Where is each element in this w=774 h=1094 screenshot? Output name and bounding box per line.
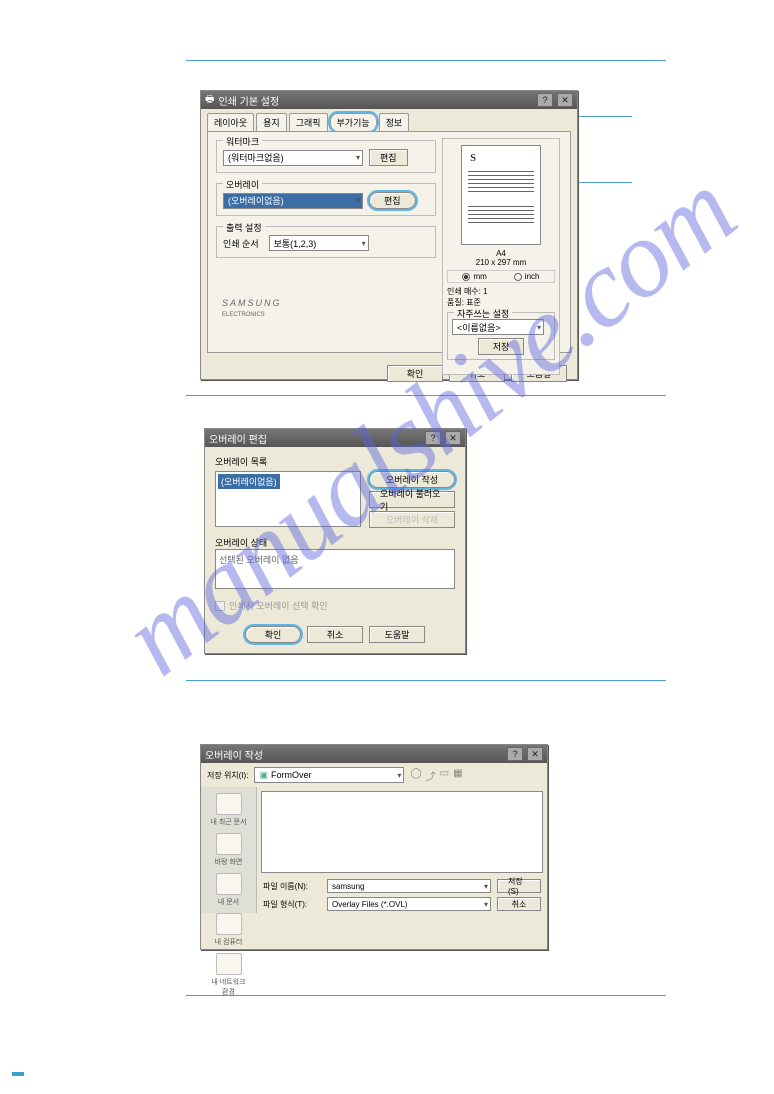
- copies-text: 인쇄 매수: 1: [447, 286, 555, 297]
- titlebar: 오버레이 작성 ? ✕: [201, 745, 547, 763]
- place-recent[interactable]: 내 최근 문서: [208, 793, 250, 827]
- divider: [186, 60, 666, 61]
- preview-s-icon: S: [470, 152, 476, 164]
- filetype-row: 파일 형식(T): Overlay Files (*.OVL) 취소: [257, 895, 547, 913]
- cancel-button[interactable]: 취소: [497, 897, 541, 911]
- list-item[interactable]: (오버레이없음): [218, 474, 280, 489]
- tab-graphics[interactable]: 그래픽: [289, 113, 328, 131]
- tab-strip: 레이아웃 용지 그래픽 부가기능 정보: [201, 109, 577, 131]
- overlay-select[interactable]: (오버레이없음): [223, 193, 363, 209]
- close-icon[interactable]: ✕: [445, 431, 461, 445]
- page-preview: S: [461, 145, 541, 245]
- tab-about[interactable]: 정보: [379, 113, 410, 131]
- tab-layout[interactable]: 레이아웃: [207, 113, 254, 131]
- divider: [186, 680, 666, 681]
- paper-size: 210 x 297 mm: [447, 258, 555, 267]
- up-icon[interactable]: ⤴: [426, 768, 436, 783]
- place-desktop[interactable]: 바탕 화면: [208, 833, 250, 867]
- print-prefs-window: 🖶 인쇄 기본 설정 ? ✕ 레이아웃 용지 그래픽 부가기능 정보 워터마크 …: [200, 90, 578, 380]
- filetype-select[interactable]: Overlay Files (*.OVL): [327, 897, 491, 911]
- tab-extras[interactable]: 부가기능: [330, 113, 377, 131]
- folder-icon: ▣: [259, 770, 268, 781]
- favorites-fieldset: 자주쓰는 설정 <이름없음> 저장: [447, 312, 555, 360]
- location-row: 저장 위치(I): ▣ FormOver ◯ ⤴ ▭ ▦: [201, 763, 547, 787]
- overlay-delete-button: 오버레이 삭제: [369, 511, 455, 528]
- ok-button[interactable]: 확인: [245, 626, 301, 643]
- help-icon[interactable]: ?: [537, 93, 553, 107]
- place-computer[interactable]: 내 컴퓨터: [208, 913, 250, 947]
- divider: [186, 395, 666, 396]
- save-button[interactable]: 저장(S): [497, 879, 541, 893]
- print-order-select[interactable]: 보통(1,2,3): [269, 235, 369, 251]
- samsung-logo: SAMSUNG ELECTRONICS: [222, 298, 282, 318]
- confirm-on-print-checkbox: 인쇄시 오버레이 선택 확인: [215, 599, 455, 612]
- file-list-area[interactable]: [261, 791, 543, 873]
- preview-pane: S A4 210 x 297 mm mm inch 인쇄 매수: 1 품질: 표…: [442, 138, 560, 375]
- divider: [186, 995, 666, 996]
- unit-mm-radio[interactable]: mm: [462, 272, 486, 281]
- window-title: 인쇄 기본 설정: [218, 93, 279, 108]
- filetype-label: 파일 형식(T):: [263, 899, 321, 910]
- overlay-listbox[interactable]: (오버레이없음): [215, 471, 361, 527]
- filename-label: 파일 이름(N):: [263, 881, 321, 892]
- overlay-status-label: 오버레이 상태: [215, 536, 455, 549]
- window-title: 오버레이 편집: [209, 431, 267, 446]
- print-order-label: 인쇄 순서: [223, 237, 259, 250]
- output-fieldset: 출력 설정 인쇄 순서 보통(1,2,3): [216, 226, 436, 258]
- back-icon[interactable]: ◯: [410, 768, 421, 783]
- overlay-legend: 오버레이: [223, 178, 262, 191]
- watermark-legend: 워터마크: [223, 135, 262, 148]
- overlay-create-button[interactable]: 오버레이 작성: [369, 471, 455, 488]
- help-icon[interactable]: ?: [507, 747, 523, 761]
- filename-input[interactable]: samsung: [327, 879, 491, 893]
- titlebar: 🖶 인쇄 기본 설정 ? ✕: [201, 91, 577, 109]
- overlay-edit-button[interactable]: 편집: [369, 192, 416, 209]
- overlay-status-box: 선택된 오버레이 없음: [215, 549, 455, 589]
- output-legend: 출력 설정: [223, 221, 265, 234]
- overlay-fieldset: 오버레이 (오버레이없음) 편집: [216, 183, 436, 216]
- views-icon[interactable]: ▦: [453, 768, 462, 783]
- tab-panel: 워터마크 (워터마크없음) 편집 오버레이 (오버레이없음) 편집 출력 설정 …: [207, 131, 571, 353]
- paper-name: A4: [447, 249, 555, 258]
- unit-inch-radio[interactable]: inch: [514, 272, 540, 281]
- tab-paper[interactable]: 용지: [256, 113, 287, 131]
- favorites-save-button[interactable]: 저장: [478, 338, 525, 355]
- ok-button[interactable]: 확인: [387, 365, 443, 382]
- favorites-select[interactable]: <이름없음>: [452, 319, 544, 335]
- help-icon[interactable]: ?: [425, 431, 441, 445]
- close-icon[interactable]: ✕: [527, 747, 543, 761]
- overlay-edit-window: 오버레이 편집 ? ✕ 오버레이 목록 (오버레이없음) 오버레이 작성 오버레…: [204, 428, 466, 654]
- watermark-edit-button[interactable]: 편집: [369, 149, 408, 166]
- page-number: [12, 1072, 24, 1076]
- window-title: 오버레이 작성: [205, 747, 263, 762]
- watermark-fieldset: 워터마크 (워터마크없음) 편집: [216, 140, 436, 173]
- watermark-select[interactable]: (워터마크없음): [223, 150, 363, 166]
- overlay-load-button[interactable]: 오버레이 불러오기: [369, 491, 455, 508]
- place-documents[interactable]: 내 문서: [208, 873, 250, 907]
- newfolder-icon[interactable]: ▭: [440, 768, 449, 783]
- close-icon[interactable]: ✕: [557, 93, 573, 107]
- cancel-button[interactable]: 취소: [307, 626, 363, 643]
- dialog-buttons: 확인 취소 도움말: [205, 620, 465, 649]
- filename-row: 파일 이름(N): samsung 저장(S): [257, 877, 547, 895]
- places-bar: 내 최근 문서 바탕 화면 내 문서 내 컴퓨터 내 네트워크 환경: [201, 787, 257, 913]
- save-location-label: 저장 위치(I):: [207, 770, 248, 781]
- toolbar-icons: ◯ ⤴ ▭ ▦: [410, 768, 462, 783]
- titlebar: 오버레이 편집 ? ✕: [205, 429, 465, 447]
- overlay-create-window: 오버레이 작성 ? ✕ 저장 위치(I): ▣ FormOver ◯ ⤴ ▭ ▦…: [200, 744, 548, 950]
- save-location-select[interactable]: ▣ FormOver: [254, 767, 404, 783]
- printer-icon: 🖶: [205, 92, 214, 109]
- help-button[interactable]: 도움말: [369, 626, 425, 643]
- place-network[interactable]: 내 네트워크 환경: [208, 953, 250, 997]
- overlay-list-label: 오버레이 목록: [215, 455, 455, 468]
